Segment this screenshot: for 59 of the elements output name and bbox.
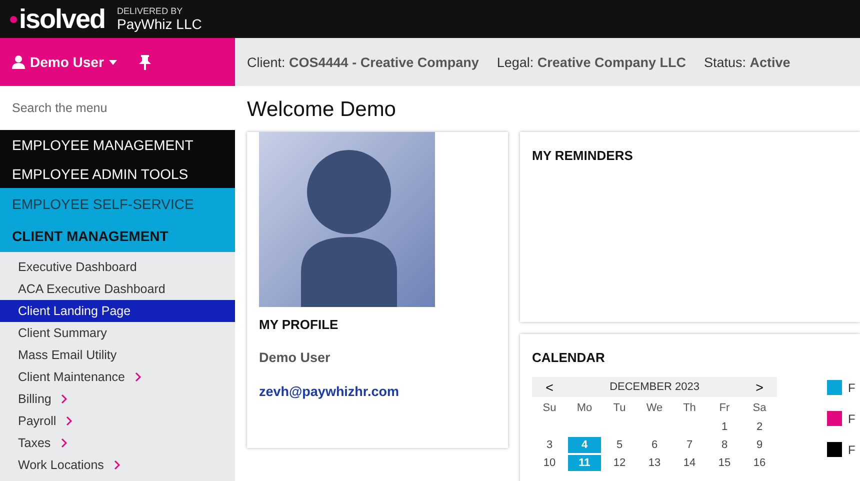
calendar-day[interactable]: 13 [637,455,672,471]
calendar-day[interactable]: 12 [602,455,637,471]
weekday-label: We [645,401,664,416]
calendar-day[interactable]: 3 [532,437,567,453]
weekday-label: Su [542,401,558,416]
calendar-day[interactable]: 16 [742,455,777,471]
weekday-label: Sa [752,401,768,416]
prev-month-button[interactable]: < [532,377,567,397]
calendar-day[interactable]: 10 [532,455,567,471]
calendar-day[interactable]: 5 [602,437,637,453]
page-title: Welcome Demo [247,98,397,122]
calendar-day[interactable]: 9 [742,437,777,453]
calendar-day[interactable]: 6 [637,437,672,453]
calendar-day[interactable]: 7 [672,437,707,453]
provider-name: PayWhiz LLC [117,16,202,32]
menu-item[interactable]: Executive Dashboard [0,256,235,278]
menu-item[interactable]: Taxes [0,432,235,454]
menu-item[interactable]: Client Landing Page [0,300,235,322]
weekday-label: Mo [576,401,594,416]
weekday-label: Th [682,401,697,416]
menu-section[interactable]: EMPLOYEE ADMIN TOOLS [0,159,235,188]
user-menu-button[interactable]: Demo User [12,54,117,70]
menu-section[interactable]: EMPLOYEE MANAGEMENT [0,130,235,159]
legend-label: F [848,442,856,456]
profile-title: MY PROFILE [259,317,340,332]
menu-search-field[interactable]: Search the menu [0,86,235,130]
logo-dot-icon [10,16,17,22]
person-icon [12,55,25,69]
calendar-day[interactable]: 15 [707,455,742,471]
menu-item[interactable]: ACA Executive Dashboard [0,278,235,300]
weekday-label: Fr [718,401,731,416]
calendar-title: CALENDAR [532,350,606,365]
menu-item[interactable]: Payroll [0,410,235,432]
info-field: Legal: Creative Company LLC [496,54,686,70]
menu-item[interactable]: Client Maintenance [0,366,235,388]
legend-label: F [848,380,856,394]
profile-name: Demo User [259,350,332,365]
menu-item[interactable]: Billing [0,388,235,410]
month-label: DECEMBER 2023 [567,377,742,397]
next-month-button[interactable]: > [742,377,777,397]
menu-section[interactable]: CLIENT MANAGEMENT [0,220,235,252]
delivered-by-label: DELIVERED BY [117,6,184,16]
calendar-day[interactable]: 2 [742,419,777,435]
menu-item[interactable]: Work Locations [0,454,235,476]
menu-section[interactable]: EMPLOYEE SELF-SERVICE [0,188,235,220]
legend-label: F [848,412,856,426]
menu-item[interactable]: Client Summary [0,322,235,344]
menu-item[interactable]: Mass Email Utility [0,344,235,366]
info-field: Client: COS4444 - Creative Company [247,54,479,70]
pin-icon[interactable] [138,54,151,70]
reminders-title: MY REMINDERS [532,148,634,163]
calendar-day[interactable]: 1 [707,419,742,435]
calendar-day[interactable]: 8 [707,437,742,453]
logo: isolved [19,4,106,34]
calendar-day[interactable]: 14 [672,455,707,471]
weekday-label: Tu [612,401,627,416]
caret-icon [108,60,117,64]
email-link[interactable]: zevh@paywhizhr.com [259,384,399,399]
info-field: Status: Active [704,54,790,70]
